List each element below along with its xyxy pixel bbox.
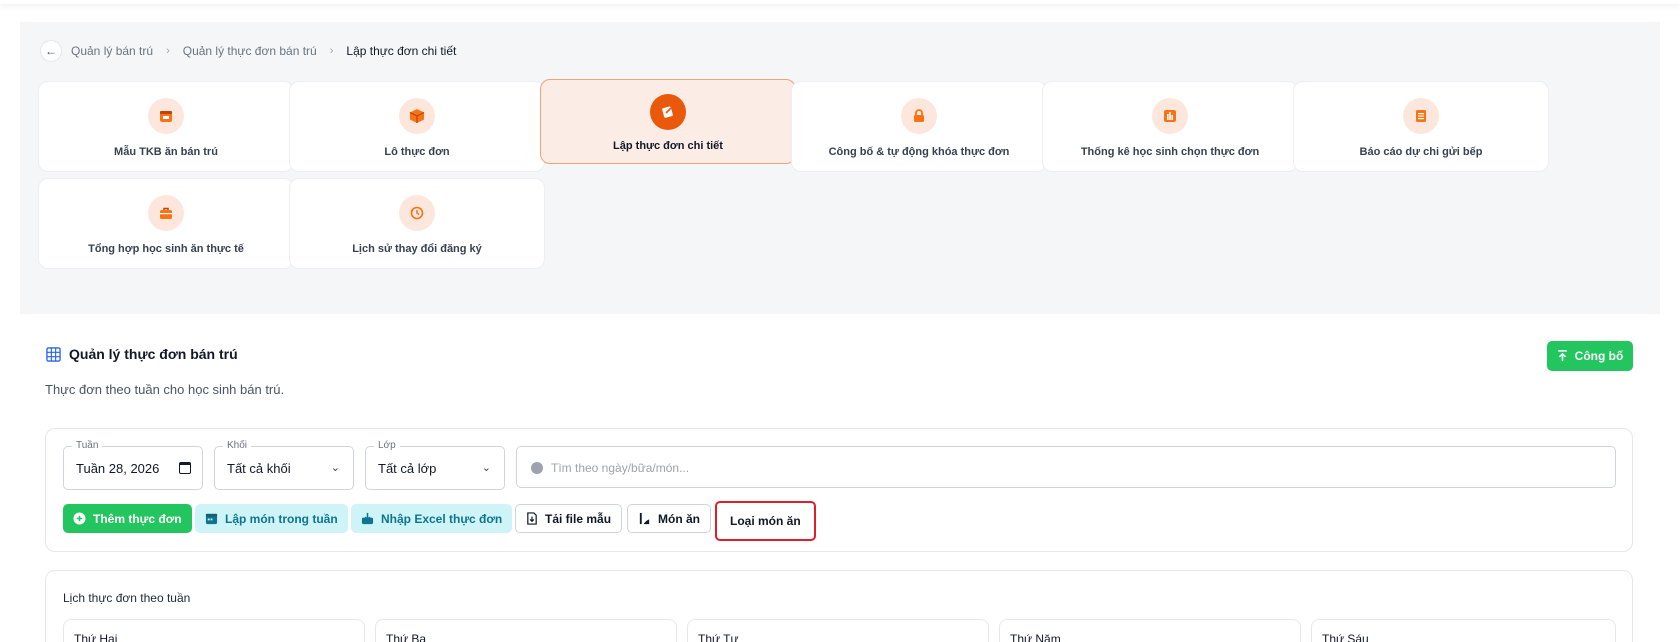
chevron-right-icon: › (329, 45, 334, 57)
card-label: Tổng hợp học sinh ăn thực tế (88, 243, 244, 255)
lock-icon (901, 98, 937, 134)
top-bar (0, 0, 1680, 4)
bar-chart-icon (1152, 98, 1188, 134)
card-label: Mẫu TKB ăn bán trú (114, 146, 218, 158)
download-template-label: Tải file mẫu (545, 511, 612, 526)
breadcrumb: ← Quản lý bán trú › Quản lý thực đơn bán… (40, 40, 456, 62)
download-template-button[interactable]: Tải file mẫu (515, 504, 623, 533)
breadcrumb-current: Lập thực đơn chi tiết (346, 44, 457, 58)
back-arrow-icon[interactable]: ← (40, 40, 62, 62)
day-column-monday: Thứ Hai (63, 619, 365, 642)
card-label: Thống kê học sinh chọn thực đơn (1080, 146, 1260, 158)
plan-week-label: Lập món trong tuần (225, 511, 338, 526)
schedule-title: Lịch thực đơn theo tuần (63, 591, 191, 605)
day-label: Thứ Sáu (1322, 632, 1369, 642)
section-subtitle: Thực đơn theo tuần cho học sinh bán trú. (45, 382, 285, 397)
publish-button[interactable]: Công bố (1547, 341, 1633, 371)
publish-label: Công bố (1574, 349, 1624, 363)
search-input[interactable]: Tìm theo ngày/bữa/món... (516, 446, 1616, 488)
bag-icon (148, 195, 184, 231)
dish-types-button[interactable]: Loại món ăn (715, 501, 816, 541)
chevron-down-icon: ⌄ (330, 462, 340, 474)
class-label: Lớp (374, 440, 400, 451)
search-placeholder: Tìm theo ngày/bữa/món... (551, 461, 690, 475)
card-publish-lock[interactable]: Công bố & tự động khóa thực đơn (791, 81, 1047, 172)
add-menu-label: Thêm thực đơn (93, 511, 182, 526)
card-registration-history[interactable]: Lịch sử thay đổi đăng ký (289, 178, 545, 269)
card-meal-timetable[interactable]: Mẫu TKB ăn bán trú (38, 81, 294, 172)
plan-week-button[interactable]: Lập món trong tuần (195, 504, 348, 533)
card-detailed-menu[interactable]: Lập thực đơn chi tiết (540, 79, 796, 164)
card-label: Lịch sử thay đổi đăng ký (352, 243, 482, 255)
chevron-right-icon: › (166, 45, 170, 57)
card-label: Báo cáo dự chi gửi bếp (1359, 146, 1483, 158)
table-grid-icon (46, 346, 61, 362)
cutlery-icon (639, 512, 650, 525)
import-icon (361, 512, 374, 525)
section-title: Quản lý thực đơn bán trú (46, 346, 238, 362)
breadcrumb-item-1[interactable]: Quản lý bán trú (71, 44, 153, 58)
filter-box: Tuần Tuần 28, 2026 Khối Tất cả khối ⌄ Lớ… (45, 428, 1633, 552)
dishes-label: Món ăn (658, 511, 700, 526)
day-column-tuesday: Thứ Ba (375, 619, 677, 642)
week-picker[interactable]: Tuần Tuần 28, 2026 (63, 440, 203, 490)
card-label: Lô thực đơn (384, 146, 450, 158)
week-label: Tuần (72, 440, 103, 451)
section-title-text: Quản lý thực đơn bán trú (69, 346, 238, 362)
card-menu-batch[interactable]: Lô thực đơn (289, 81, 545, 172)
upload-icon (1557, 350, 1567, 362)
file-download-icon (527, 512, 537, 525)
day-label: Thứ Tư (698, 632, 739, 642)
dish-types-label: Loại món ăn (730, 514, 801, 528)
card-label: Lập thực đơn chi tiết (613, 140, 723, 152)
grade-label: Khối (223, 440, 252, 451)
card-student-stats[interactable]: Thống kê học sinh chọn thực đơn (1042, 81, 1298, 172)
box-icon (399, 98, 435, 134)
plus-circle-icon (73, 512, 86, 525)
dishes-button[interactable]: Món ăn (627, 504, 711, 533)
card-label: Công bố & tự động khóa thực đơn (828, 146, 1010, 158)
import-excel-label: Nhập Excel thực đơn (381, 511, 503, 526)
calendar-icon (205, 513, 218, 525)
weekly-schedule: Lịch thực đơn theo tuần Thứ Hai Thứ Ba T… (45, 570, 1633, 642)
day-column-wednesday: Thứ Tư (687, 619, 989, 642)
day-label: Thứ Năm (1010, 632, 1061, 642)
card-kitchen-report[interactable]: Báo cáo dự chi gửi bếp (1293, 81, 1549, 172)
week-value: Tuần 28, 2026 (76, 461, 160, 476)
grade-value: Tất cả khối (227, 461, 291, 476)
calendar-icon[interactable] (179, 462, 191, 474)
card-actual-meals[interactable]: Tổng hợp học sinh ăn thực tế (38, 178, 294, 269)
calendar-icon (148, 98, 184, 134)
add-menu-button[interactable]: Thêm thực đơn (63, 504, 192, 533)
history-icon (399, 195, 435, 231)
feature-panel: ← Quản lý bán trú › Quản lý thực đơn bán… (20, 22, 1660, 314)
day-label: Thứ Ba (386, 632, 427, 642)
day-column-thursday: Thứ Năm (999, 619, 1301, 642)
list-document-icon (1403, 98, 1439, 134)
search-icon (531, 462, 543, 474)
import-excel-button[interactable]: Nhập Excel thực đơn (351, 504, 513, 533)
chevron-down-icon: ⌄ (481, 462, 491, 474)
edit-document-icon (650, 94, 686, 130)
day-label: Thứ Hai (74, 632, 118, 642)
class-value: Tất cả lớp (378, 461, 437, 476)
grade-select[interactable]: Khối Tất cả khối ⌄ (214, 440, 354, 490)
class-select[interactable]: Lớp Tất cả lớp ⌄ (365, 440, 505, 490)
day-column-friday: Thứ Sáu (1311, 619, 1616, 642)
breadcrumb-item-2[interactable]: Quản lý thực đơn bán trú (183, 44, 317, 58)
